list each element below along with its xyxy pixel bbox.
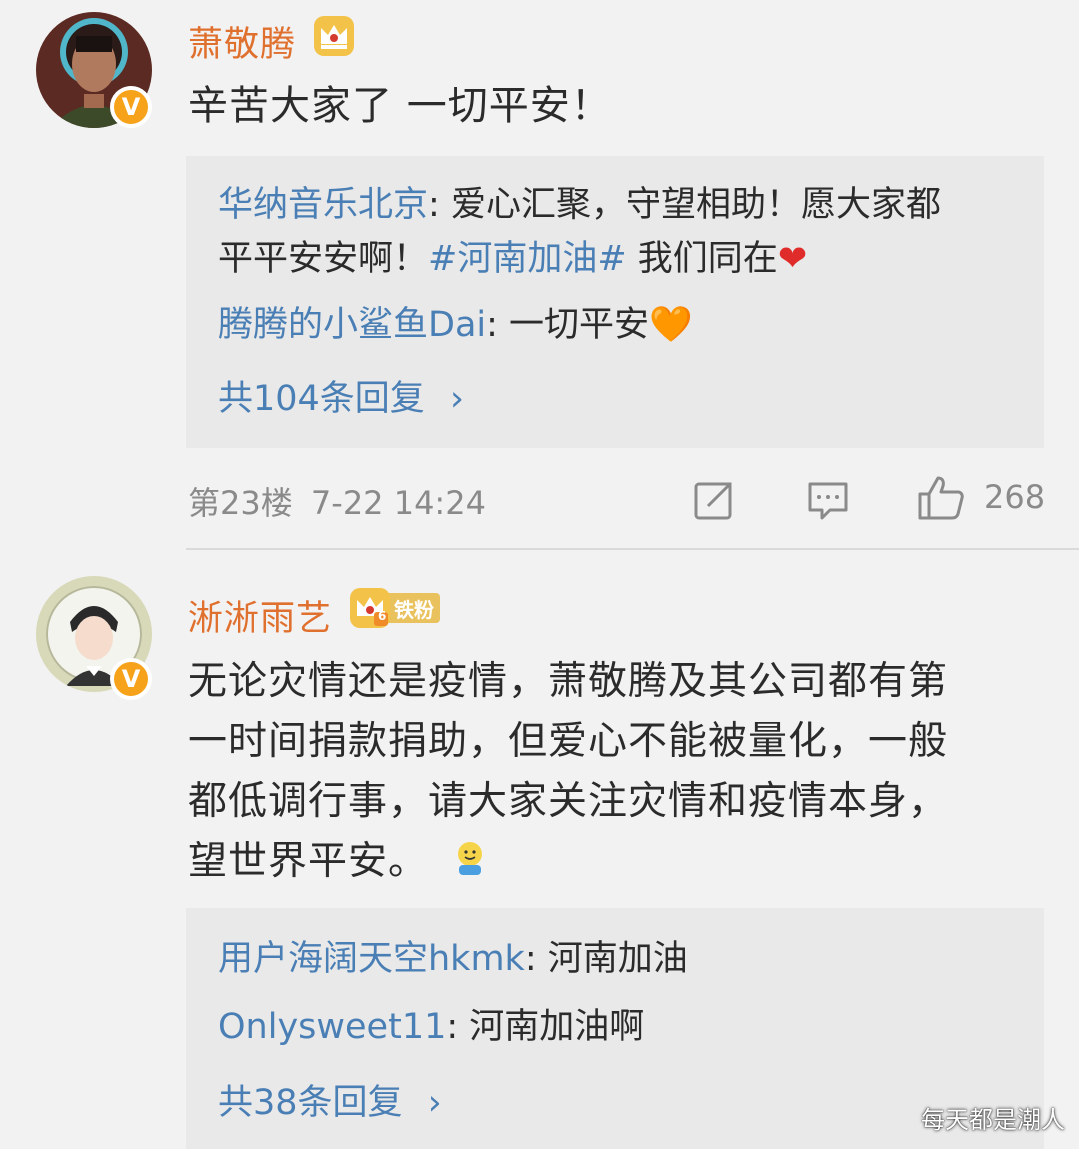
chevron-right-icon: › <box>427 1083 442 1123</box>
comment-text-line: 无论灾情还是疫情，萧敬腾及其公司都有第 <box>188 659 949 704</box>
reply-item-continuation[interactable]: 平平安安啊！#河南加油# 我们同在❤ <box>218 234 807 284</box>
reply-separator: : <box>486 305 510 345</box>
repost-icon[interactable] <box>692 478 736 522</box>
fan-badge-level: 6 <box>378 609 387 623</box>
timestamp: 7-22 14:24 <box>310 484 486 522</box>
username[interactable]: 萧敬腾 <box>188 16 296 67</box>
view-replies-link[interactable]: 共38条回复 › <box>218 1074 442 1125</box>
comment-feed: V 萧敬腾 辛苦大家了 一切平安！ 华纳音乐北京: 爱心汇聚，守望相助！愿大家都… <box>0 0 1079 1149</box>
comment-text-line: 都低调行事，请大家关注灾情和疫情本身， <box>188 779 949 824</box>
reply-separator: : <box>428 185 451 225</box>
hashtag-link[interactable]: #河南加油# <box>428 239 627 279</box>
verified-badge-icon: V <box>110 86 152 128</box>
like-count: 268 <box>984 478 1046 516</box>
divider <box>186 548 1079 550</box>
reply-separator: : <box>446 1007 470 1047</box>
verified-badge-icon: V <box>110 658 152 700</box>
reply-item[interactable]: 华纳音乐北京: 爱心汇聚，守望相助！愿大家都 <box>218 180 941 230</box>
emoji-icon <box>458 842 483 875</box>
reply-text: 爱心汇聚，守望相助！愿大家都 <box>450 185 941 225</box>
reply-username[interactable]: 腾腾的小鲨鱼Dai <box>218 305 486 345</box>
view-replies-link[interactable]: 共104条回复 › <box>218 370 464 421</box>
reply-box[interactable]: 华纳音乐北京: 爱心汇聚，守望相助！愿大家都 平平安安啊！#河南加油# 我们同在… <box>186 156 1044 448</box>
reply-username[interactable]: 华纳音乐北京 <box>218 185 428 225</box>
reply-item[interactable]: 用户海阔天空hkmk: 河南加油 <box>218 934 688 984</box>
reply-text: 一切平安 <box>509 305 650 345</box>
comment-meta: 第23楼 7-22 14:24 <box>188 478 486 524</box>
like-icon[interactable] <box>916 474 966 522</box>
heart-emoji-icon: ❤ <box>777 239 808 279</box>
reply-username[interactable]: Onlysweet11 <box>218 1007 446 1047</box>
reply-separator: : <box>524 939 548 979</box>
reply-username[interactable]: 用户海阔天空hkmk <box>218 939 525 979</box>
comment-icon[interactable] <box>806 478 850 522</box>
orange-heart-emoji-icon: 🧡 <box>649 305 693 345</box>
username[interactable]: 淅淅雨艺 <box>188 590 332 641</box>
floor-number: 第23楼 <box>188 484 293 522</box>
watermark: 每天都是潮人 <box>921 1106 1065 1134</box>
reply-item[interactable]: 腾腾的小鲨鱼Dai: 一切平安🧡 <box>218 300 693 350</box>
comment-text-line: 一时间捐款捐助，但爱心不能被量化，一般 <box>188 719 949 764</box>
fan-badge-label: 铁粉 <box>394 598 434 622</box>
comment-text: 辛苦大家了 一切平安！ <box>188 83 612 129</box>
reply-count-label[interactable]: 共38条回复 <box>218 1083 403 1123</box>
reply-text: 平平安安啊！ <box>218 239 429 279</box>
reply-box[interactable]: 用户海阔天空hkmk: 河南加油 Onlysweet11: 河南加油啊 共38条… <box>186 908 1044 1149</box>
comment-text-line: 望世界平安。 <box>188 832 1068 892</box>
crown-icon <box>314 16 354 56</box>
reply-text: 河南加油啊 <box>469 1007 645 1047</box>
reply-item[interactable]: Onlysweet11: 河南加油啊 <box>218 1002 644 1052</box>
reply-text: 我们同在 <box>626 239 778 279</box>
reply-text: 河南加油 <box>547 939 688 979</box>
reply-count-label[interactable]: 共104条回复 <box>218 379 425 419</box>
comment-text: 无论灾情还是疫情，萧敬腾及其公司都有第 一时间捐款捐助，但爱心不能被量化，一般 … <box>188 652 1068 892</box>
chevron-right-icon: › <box>449 379 464 419</box>
